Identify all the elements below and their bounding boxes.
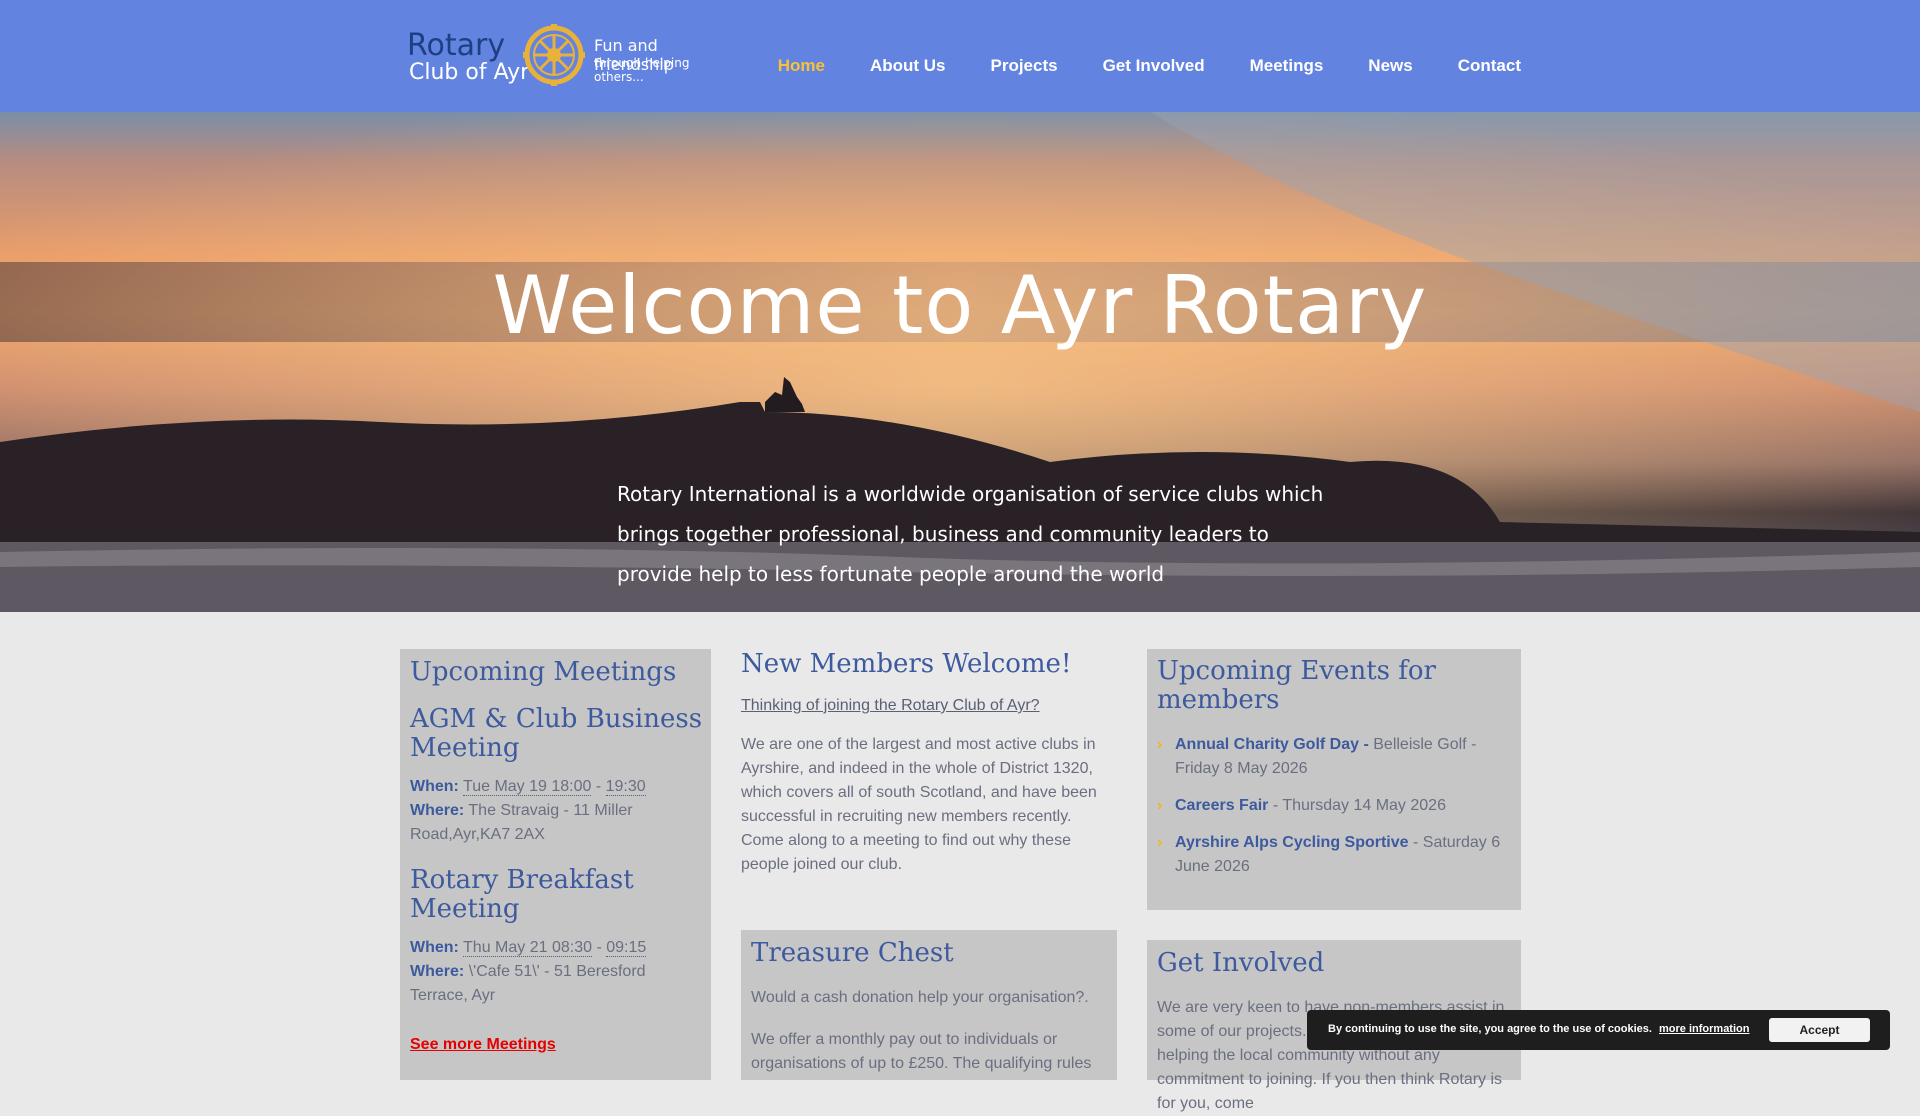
nav-get-involved[interactable]: Get Involved (1103, 56, 1205, 76)
meeting-where: Where: The Stravaig - 11 Miller Road,Ayr… (410, 799, 705, 847)
hero-description: Rotary International is a worldwide orga… (617, 482, 1324, 586)
get-involved-heading: Get Involved (1157, 948, 1325, 978)
upcoming-events-panel: Upcoming Events for members › Annual Cha… (1147, 649, 1521, 910)
when-label: When: (410, 939, 459, 956)
hero-title: Welcome to Ayr Rotary (492, 259, 1428, 352)
meeting-where: Where: \'Cafe 51\' - 51 Beresford Terrac… (410, 960, 705, 1008)
event-name: Annual Charity Golf Day - (1175, 736, 1369, 753)
main-nav: Home About Us Projects Get Involved Meet… (778, 56, 1521, 76)
where-label: Where: (410, 963, 465, 980)
site-header: Rotary Club of Ayr Fun and friendship th… (0, 0, 1920, 112)
joining-link[interactable]: Thinking of joining the Rotary Club of A… (741, 697, 1117, 715)
accept-cookies-button[interactable]: Accept (1769, 1018, 1870, 1042)
meetings-heading: Upcoming Meetings (410, 657, 677, 687)
events-heading: Upcoming Events for members (1157, 656, 1436, 715)
nav-news[interactable]: News (1368, 56, 1412, 76)
treasure-heading: Treasure Chest (751, 938, 954, 968)
cookie-text: By continuing to use the site, you agree… (1328, 1023, 1652, 1035)
meeting-end-time: 19:30 (605, 778, 646, 796)
chevron-right-icon: › (1157, 797, 1163, 814)
meeting-title: AGM & Club Business Meeting (410, 704, 703, 763)
site-logo[interactable]: Rotary Club of Ayr Fun and friendship th… (407, 22, 737, 92)
event-name: Ayrshire Alps Cycling Sportive (1175, 834, 1409, 851)
cookie-consent-bar: By continuing to use the site, you agree… (1307, 1010, 1890, 1050)
cookie-message: By continuing to use the site, you agree… (1328, 1023, 1749, 1035)
where-label: Where: (410, 802, 465, 819)
event-detail: - Thursday 14 May 2026 (1268, 797, 1446, 814)
meeting-item: AGM & Club Business Meeting When: Tue Ma… (410, 705, 705, 847)
see-more-meetings-link[interactable]: See more Meetings (410, 1036, 556, 1054)
meeting-start-time: Tue May 19 18:00 (463, 778, 592, 796)
meeting-end-time: 09:15 (606, 939, 647, 957)
treasure-text-2: We offer a monthly pay out to individual… (751, 1031, 1092, 1072)
nav-contact[interactable]: Contact (1458, 56, 1521, 76)
event-item[interactable]: › Annual Charity Golf Day - Belleisle Go… (1157, 733, 1512, 781)
new-members-section: New Members Welcome! Thinking of joining… (741, 649, 1117, 877)
more-information-link[interactable]: more information (1659, 1023, 1749, 1035)
chevron-right-icon: › (1157, 834, 1163, 851)
logo-line2: Club of Ayr (409, 60, 530, 85)
meeting-title: Rotary Breakfast Meeting (410, 865, 634, 924)
logo-line1: Rotary (407, 28, 506, 63)
nav-about-us[interactable]: About Us (870, 56, 946, 76)
new-members-text: We are one of the largest and most activ… (741, 736, 1097, 873)
nav-home[interactable]: Home (778, 56, 825, 76)
upcoming-meetings-panel: Upcoming Meetings AGM & Club Business Me… (400, 649, 711, 1080)
meeting-start-time: Thu May 21 08:30 (463, 939, 592, 957)
logo-subtagline: through helping others... (594, 56, 690, 84)
treasure-text-1: Would a cash donation help your organisa… (751, 989, 1089, 1006)
meeting-when: When: Thu May 21 08:30 - 09:15 (410, 939, 647, 957)
meeting-when: When: Tue May 19 18:00 - 19:30 (410, 778, 646, 796)
event-item[interactable]: › Careers Fair - Thursday 14 May 2026 (1157, 794, 1512, 818)
hero-banner: Welcome to Ayr Rotary Rotary Internation… (0, 112, 1920, 612)
rotary-wheel-icon (523, 24, 585, 86)
when-label: When: (410, 778, 459, 795)
events-list: › Annual Charity Golf Day - Belleisle Go… (1157, 733, 1512, 892)
event-item[interactable]: › Ayrshire Alps Cycling Sportive - Satur… (1157, 831, 1512, 879)
chevron-right-icon: › (1157, 736, 1163, 753)
nav-projects[interactable]: Projects (990, 56, 1057, 76)
meeting-item: Rotary Breakfast Meeting When: Thu May 2… (410, 866, 705, 1008)
nav-meetings[interactable]: Meetings (1250, 56, 1324, 76)
event-name: Careers Fair (1175, 797, 1269, 814)
new-members-heading: New Members Welcome! (741, 649, 1072, 679)
treasure-chest-panel: Treasure Chest Would a cash donation hel… (741, 930, 1117, 1080)
